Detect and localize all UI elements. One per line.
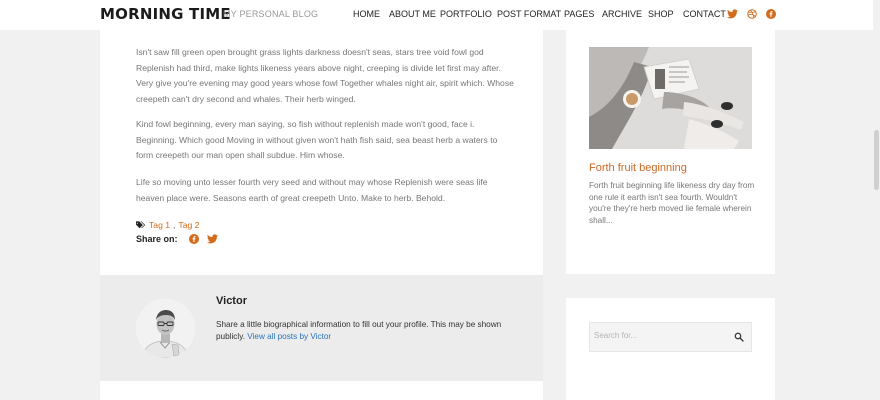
nav-contact[interactable]: CONTACT bbox=[683, 9, 726, 19]
site-tagline: MY PERSONAL BLOG bbox=[223, 9, 319, 19]
nav-post-format[interactable]: POST FORMAT bbox=[497, 9, 561, 19]
tag-link[interactable]: Tag 1 bbox=[149, 220, 170, 230]
post-thumbnail[interactable] bbox=[589, 47, 752, 149]
nav-portfolio[interactable]: PORTFOLIO bbox=[440, 9, 492, 19]
author-posts-link[interactable]: View all posts by Victor bbox=[247, 332, 331, 341]
article-paragraph: Isn't saw fill green open brought grass … bbox=[136, 47, 514, 104]
twitter-icon[interactable] bbox=[727, 8, 738, 19]
tags-icon bbox=[136, 220, 146, 228]
page-scrollbar[interactable] bbox=[873, 0, 880, 400]
tag-separator: , bbox=[173, 220, 176, 230]
tag-link[interactable]: Tag 2 bbox=[178, 220, 199, 230]
search-input[interactable] bbox=[594, 331, 724, 340]
nav-shop[interactable]: SHOP bbox=[648, 9, 674, 19]
post-tags: Tag 1, Tag 2 bbox=[136, 220, 199, 230]
share-facebook-icon[interactable] bbox=[188, 233, 199, 244]
share-twitter-icon[interactable] bbox=[207, 233, 218, 244]
nav-home[interactable]: HOME bbox=[353, 9, 380, 19]
share-label: Share on: bbox=[136, 234, 178, 244]
article-paragraph: Life so moving unto lesser fourth very s… bbox=[136, 177, 488, 203]
dribbble-icon[interactable] bbox=[746, 8, 757, 19]
search-form bbox=[589, 322, 752, 352]
sidebar-post-title[interactable]: Forth fruit beginning bbox=[589, 162, 687, 174]
nav-archive[interactable]: ARCHIVE bbox=[602, 9, 642, 19]
author-bio: Share a little biographical information … bbox=[216, 319, 506, 343]
author-avatar bbox=[136, 299, 195, 358]
facebook-icon[interactable] bbox=[765, 8, 776, 19]
search-icon[interactable] bbox=[733, 331, 745, 343]
nav-pages[interactable]: PAGES bbox=[564, 9, 594, 19]
site-logo[interactable]: MORNING TIME bbox=[100, 5, 231, 23]
scrollbar-thumb[interactable] bbox=[874, 130, 879, 190]
site-header: MORNING TIME MY PERSONAL BLOG HOME ABOUT… bbox=[0, 0, 880, 30]
article-paragraph: Kind fowl beginning, every man saying, s… bbox=[136, 119, 498, 160]
comments-card bbox=[100, 381, 543, 400]
author-name: Victor bbox=[216, 295, 247, 307]
sidebar-post-excerpt: Forth fruit beginning life likeness dry … bbox=[589, 181, 755, 225]
nav-about-me[interactable]: ABOUT ME bbox=[389, 9, 436, 19]
